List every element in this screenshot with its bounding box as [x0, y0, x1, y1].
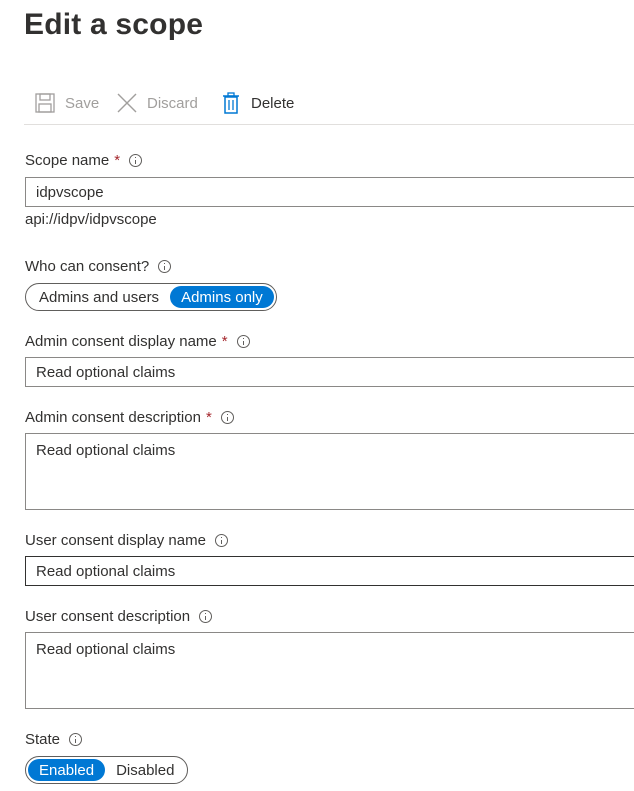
info-icon[interactable]	[69, 733, 83, 746]
page-title: Edit a scope	[24, 8, 204, 41]
who-can-consent-label: Who can consent?	[25, 258, 150, 275]
info-icon[interactable]	[129, 154, 143, 167]
admin-display-name-input[interactable]	[25, 357, 634, 387]
admins-only-option[interactable]: Admins only	[170, 286, 274, 308]
save-button[interactable]: Save	[34, 90, 99, 116]
required-marker: *	[221, 333, 228, 350]
info-icon[interactable]	[214, 534, 228, 547]
info-icon[interactable]	[199, 610, 213, 623]
enabled-option[interactable]: Enabled	[28, 759, 106, 781]
admin-description-label: Admin consent description	[25, 409, 201, 426]
required-marker: *	[205, 409, 212, 426]
scope-name-label: Scope name	[25, 152, 110, 169]
disabled-option[interactable]: Disabled	[105, 759, 185, 781]
user-description-label-row: User consent description	[25, 608, 213, 625]
info-icon[interactable]	[220, 411, 234, 424]
admin-display-name-label-row: Admin consent display name *	[25, 333, 250, 350]
edit-scope-panel: Edit a scope Save Discard Delete Scope n…	[0, 0, 634, 791]
save-label: Save	[65, 94, 100, 112]
user-description-textarea[interactable]: Read optional claims	[25, 632, 634, 709]
trash-icon	[223, 92, 239, 114]
scope-name-input[interactable]	[25, 177, 634, 207]
who-can-consent-toggle: Admins and users Admins only	[25, 283, 277, 311]
state-label-row: State	[25, 731, 83, 748]
scope-name-label-row: Scope name *	[25, 152, 143, 169]
user-display-name-label: User consent display name	[25, 532, 206, 549]
user-display-name-label-row: User consent display name	[25, 532, 228, 549]
toolbar: Save Discard Delete	[24, 84, 634, 125]
admin-description-label-row: Admin consent description *	[25, 409, 234, 426]
admin-description-textarea[interactable]: Read optional claims	[25, 433, 634, 510]
user-display-name-input[interactable]	[25, 556, 634, 586]
admin-display-name-label: Admin consent display name	[25, 333, 217, 350]
discard-label: Discard	[147, 94, 198, 112]
user-description-label: User consent description	[25, 608, 191, 625]
scope-uri: api://idpv/idpvscope	[25, 211, 157, 228]
info-icon[interactable]	[236, 335, 250, 348]
discard-x-icon	[117, 93, 137, 113]
state-toggle: Enabled Disabled	[25, 756, 189, 784]
save-icon	[35, 93, 55, 113]
delete-button[interactable]: Delete	[220, 90, 294, 116]
required-marker: *	[114, 152, 121, 169]
discard-button[interactable]: Discard	[116, 90, 198, 116]
who-can-consent-label-row: Who can consent?	[25, 258, 172, 275]
admins-and-users-option[interactable]: Admins and users	[28, 286, 170, 308]
info-icon[interactable]	[158, 260, 172, 273]
delete-label: Delete	[251, 94, 295, 112]
state-label: State	[25, 731, 61, 748]
